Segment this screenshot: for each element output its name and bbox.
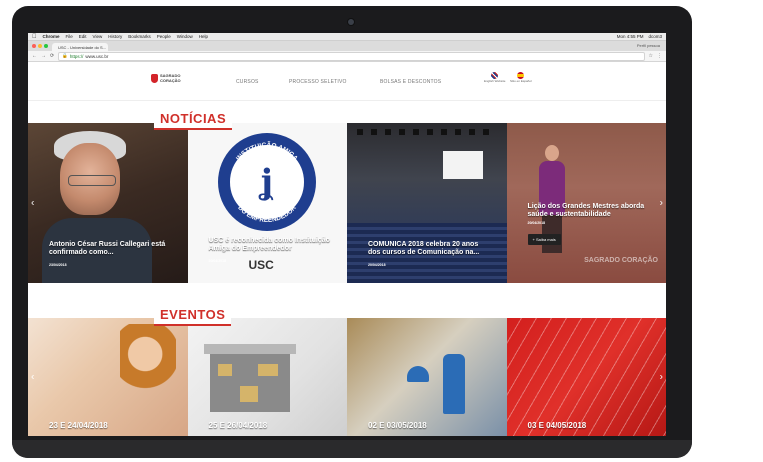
event-date: 02 E 03/05/2018 xyxy=(368,421,427,430)
badge-bottom-text: DO EMPREENDEDOR xyxy=(236,204,298,224)
laptop-screen:  Chrome File Edit View History Bookmark… xyxy=(28,33,666,436)
architecture-model xyxy=(203,344,296,412)
news-date: 20/04/2018 xyxy=(368,263,386,267)
url-field[interactable]: 🔒 https://www.usc.br xyxy=(58,51,645,61)
menu-help[interactable]: Help xyxy=(199,34,208,39)
lang-spanish[interactable]: Sitio en Español xyxy=(510,72,532,84)
menu-window[interactable]: Window xyxy=(177,34,193,39)
lang-english-label: English Website xyxy=(484,79,506,83)
saiba-mais-button[interactable]: + Saiba mais xyxy=(527,234,561,245)
event-card[interactable]: 23 E 24/04/2018 xyxy=(28,318,188,436)
mac-menubar:  Chrome File Edit View History Bookmark… xyxy=(28,33,666,41)
heart-logo-icon xyxy=(151,74,158,83)
browser-tab[interactable]: USC - Universidade do S... × xyxy=(52,43,108,51)
news-date: 20/04/2018 xyxy=(527,221,546,225)
menu-chrome[interactable]: Chrome xyxy=(43,34,60,39)
badge-ring: INSTITUIÇÃO AMIGA DO EMPREENDEDOR xyxy=(235,140,299,224)
news-caption: Lição dos Grandes Mestres aborda saúde e… xyxy=(527,203,645,218)
news-prev-arrow-icon[interactable]: ‹ xyxy=(31,198,34,209)
lock-icon: 🔒 xyxy=(62,53,68,58)
menu-view[interactable]: View xyxy=(93,34,103,39)
nav-bolsas-descontos[interactable]: BOLSAS E DESCONTOS xyxy=(380,79,441,85)
menu-file[interactable]: File xyxy=(66,34,73,39)
badge-usc-label: USC xyxy=(248,258,274,272)
news-caption: COMUNICA 2018 celebra 20 anos dos cursos… xyxy=(368,241,480,256)
news-caption: Antonio César Russi Callegari está confi… xyxy=(49,241,166,256)
menu-edit[interactable]: Edit xyxy=(79,34,87,39)
profile-button[interactable]: Perfil pessoa xyxy=(637,43,660,48)
news-caption: USC é reconhecida como Instituição Amiga… xyxy=(208,237,330,252)
tab-strip: USC - Universidade do S... × Perfil pess… xyxy=(28,41,666,51)
tab-title: USC - Universidade do S... xyxy=(58,44,107,50)
events-section-title: EVENTOS xyxy=(154,305,232,326)
clock[interactable]: Mon 4:55 PM xyxy=(617,34,644,39)
event-date: 03 E 04/05/2018 xyxy=(527,421,587,430)
minimize-window-icon[interactable] xyxy=(38,44,42,48)
star-icon[interactable]: ☆ xyxy=(649,53,653,59)
url-host: www.usc.br xyxy=(85,53,109,59)
forward-icon[interactable]: → xyxy=(41,53,46,59)
news-card[interactable]: SAGRADO CORAÇÃO Lição dos Grandes Mestre… xyxy=(506,123,666,283)
circuit-lines xyxy=(506,318,666,436)
engineer-figure xyxy=(443,354,465,414)
news-card[interactable]: COMUNICA 2018 celebra 20 anos dos cursos… xyxy=(347,123,507,283)
nav-processo-seletivo[interactable]: PROCESSO SELETIVO xyxy=(289,79,347,85)
badge-top-text: INSTITUIÇÃO AMIGA xyxy=(235,140,299,163)
news-date: 23/04/2018 xyxy=(49,263,67,267)
menu-people[interactable]: People xyxy=(157,34,171,39)
student-photo xyxy=(120,324,176,424)
event-card[interactable]: 02 E 03/05/2018 xyxy=(347,318,507,436)
site-header: SAGRADO CORAÇÃO CURSOS PROCESSO SELETIVO… xyxy=(28,62,666,101)
usc-logo[interactable]: SAGRADO CORAÇÃO xyxy=(151,73,181,83)
back-icon[interactable]: ← xyxy=(32,53,37,59)
event-date: 23 E 24/04/2018 xyxy=(49,421,108,430)
projection-screen xyxy=(443,151,483,179)
menu-dots-icon[interactable]: ⋮ xyxy=(657,53,662,59)
user-name[interactable]: dcom3 xyxy=(648,34,662,39)
events-carousel: ‹ 23 E 24/04/2018 25 E 26/04/2018 02 E 0… xyxy=(28,318,666,436)
webcam xyxy=(348,19,354,25)
svg-text:INSTITUIÇÃO AMIGA: INSTITUIÇÃO AMIGA xyxy=(235,140,299,163)
event-card[interactable]: 03 E 04/05/2018 xyxy=(506,318,666,436)
laptop-base xyxy=(12,440,692,458)
news-card[interactable]: Antonio César Russi Callegari está confi… xyxy=(28,123,188,283)
news-section-title: NOTÍCIAS xyxy=(154,109,233,130)
logo-line-2: CORAÇÃO xyxy=(160,77,181,83)
spain-flag-icon xyxy=(517,72,525,79)
lang-english[interactable]: English Website xyxy=(484,72,505,84)
close-window-icon[interactable] xyxy=(32,44,36,48)
news-carousel: ‹ Antonio César Russi Callegari está con… xyxy=(28,123,666,283)
helmet-icon xyxy=(407,366,429,382)
event-date: 25 E 26/04/2018 xyxy=(208,421,268,430)
reload-icon[interactable]: ⟳ xyxy=(50,53,54,59)
news-date: 20/04/2018 xyxy=(208,259,227,263)
news-card[interactable]: INSTITUIÇÃO AMIGA DO EMPREENDEDOR ʝ USC … xyxy=(187,123,347,283)
uk-flag-icon xyxy=(491,72,499,79)
apple-icon[interactable]:  xyxy=(32,34,37,40)
url-scheme: https:// xyxy=(69,53,84,59)
window-controls xyxy=(32,44,48,48)
event-card[interactable]: 25 E 26/04/2018 xyxy=(187,318,347,436)
stage-lights xyxy=(357,129,497,135)
events-next-arrow-icon[interactable]: › xyxy=(660,372,663,383)
events-prev-arrow-icon[interactable]: ‹ xyxy=(31,372,34,383)
glasses xyxy=(68,175,116,186)
wall-logo-text: SAGRADO CORAÇÃO xyxy=(584,257,658,264)
news-next-arrow-icon[interactable]: › xyxy=(660,198,663,209)
maximize-window-icon[interactable] xyxy=(44,44,48,48)
lang-spanish-label: Sitio en Español xyxy=(510,79,532,83)
svg-text:DO EMPREENDEDOR: DO EMPREENDEDOR xyxy=(236,204,298,224)
empreendedor-badge: INSTITUIÇÃO AMIGA DO EMPREENDEDOR ʝ xyxy=(217,133,316,231)
menu-bookmarks[interactable]: Bookmarks xyxy=(128,34,151,39)
nav-cursos[interactable]: CURSOS xyxy=(236,79,259,85)
address-bar-row: ← → ⟳ 🔒 https://www.usc.br ☆ ⋮ xyxy=(28,51,666,62)
menu-history[interactable]: History xyxy=(108,34,122,39)
